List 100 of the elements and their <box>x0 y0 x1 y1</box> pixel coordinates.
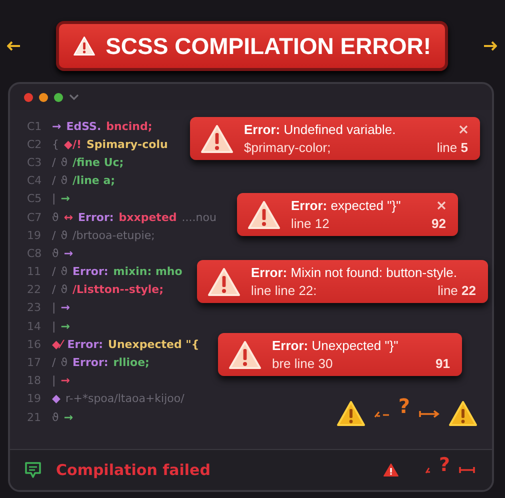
code-token: → <box>60 320 70 333</box>
code-token: → <box>64 410 74 424</box>
question-mark: ? <box>398 396 410 416</box>
warning-icon <box>207 266 241 296</box>
warning-icon <box>382 463 399 477</box>
code-token: ϑ <box>60 356 68 370</box>
code-token: Error: <box>78 210 114 224</box>
code-token: → <box>60 192 70 206</box>
zoom-dot[interactable] <box>54 92 63 102</box>
code-token: → <box>64 246 74 260</box>
arrow-icon <box>7 41 21 51</box>
code-token: ϑ <box>52 410 59 424</box>
code-token: /brtooa-etupie; <box>72 228 155 242</box>
chevron-icon[interactable] <box>69 94 79 100</box>
error-detail: $primary-color; <box>244 140 331 155</box>
warning-icon <box>200 124 234 154</box>
code-token: / <box>52 174 56 188</box>
arrow-icon <box>483 41 497 51</box>
code-token: | <box>52 192 56 206</box>
code-token: Error: <box>67 338 104 351</box>
code-token: Unexpected "{ <box>108 338 200 351</box>
line-number: 21 <box>27 410 42 424</box>
minimize-dot[interactable] <box>39 92 48 102</box>
code-token: { <box>52 138 59 151</box>
code-token: → <box>60 301 70 314</box>
warning-icon <box>336 400 366 427</box>
error-message: Error: Unexpected "}" <box>272 338 398 353</box>
code-token: bxxpeted <box>118 210 177 224</box>
code-token: mixin: mho <box>113 265 182 278</box>
error-detail: line 12 <box>291 216 330 231</box>
code-token: ↔ <box>64 210 74 224</box>
code-token: ....nou <box>182 210 216 224</box>
code-token: ϑ <box>60 228 68 242</box>
code-token: | <box>52 374 56 388</box>
code-token: Spimary-colu <box>86 138 168 151</box>
line-number: 16 <box>27 338 42 351</box>
banner-title: SCSS COMPILATION ERROR! <box>106 32 431 60</box>
code-token: r-+*spoa/ltaoa+kijoo/ <box>65 392 184 406</box>
line-number: C5 <box>27 192 43 206</box>
line-reference: 91 <box>436 356 450 371</box>
code-token: EdSS. <box>66 120 102 133</box>
error-detail: bre line 30 <box>272 356 333 371</box>
line-reference: line 5 <box>436 140 468 155</box>
error-detail: line line 22: <box>251 283 317 298</box>
code-token: /Listton--style; <box>72 283 164 296</box>
code-token: / <box>52 265 56 278</box>
code-token: ϑ <box>52 210 59 224</box>
code-token: ϑ <box>52 246 59 260</box>
squiggle-icon <box>374 410 390 418</box>
line-reference: 92 <box>432 216 446 231</box>
warning-icon <box>448 400 478 427</box>
line-number: 19 <box>27 228 42 242</box>
code-token: / <box>52 356 56 370</box>
arrow-icon <box>458 466 476 474</box>
arrow-icon <box>418 410 440 418</box>
line-number: 22 <box>27 283 42 296</box>
line-number: C3 <box>27 156 43 169</box>
line-number: 18 <box>27 374 42 388</box>
code-token: ϑ <box>60 283 68 296</box>
line-number: C4 <box>27 174 43 188</box>
code-token: Error: <box>72 356 108 370</box>
code-token: | <box>52 320 56 333</box>
line-number: 14 <box>27 320 42 333</box>
code-token: Error: <box>72 265 108 278</box>
error-message: Error: Undefined variable. <box>244 122 396 137</box>
question-mark: ? <box>438 456 450 474</box>
warning-icon <box>247 200 281 230</box>
code-token: ◆⁄ <box>52 338 62 351</box>
line-number: C2 <box>27 138 43 151</box>
code-token: | <box>52 301 56 314</box>
warning-icon <box>228 340 262 370</box>
error-message: Error: expected "}" <box>291 198 401 213</box>
line-number: 19 <box>27 392 42 406</box>
close-dot[interactable] <box>24 92 33 102</box>
code-token: ◆/! <box>64 138 82 151</box>
code-token: ϑ <box>60 174 68 188</box>
status-message: Compilation failed <box>56 461 210 479</box>
line-number: 23 <box>27 301 42 314</box>
error-message: Error: Mixin not found: button-style. <box>251 265 457 280</box>
close-icon[interactable] <box>459 125 468 134</box>
code-token: rllioe; <box>113 356 150 370</box>
line-number: C7 <box>27 210 43 224</box>
code-token: / <box>52 156 56 169</box>
code-token: → <box>52 120 62 133</box>
code-token: ϑ <box>60 156 68 169</box>
code-token: / <box>52 228 56 242</box>
line-number: 17 <box>27 356 42 370</box>
code-token: ϑ <box>60 265 68 278</box>
squiggle-icon <box>424 466 431 474</box>
code-token: ◆ <box>52 392 60 406</box>
line-number: C1 <box>27 120 43 133</box>
line-number: 11 <box>27 265 42 278</box>
code-token: → <box>60 374 70 388</box>
close-icon[interactable] <box>437 201 446 210</box>
code-token: /fine Uc; <box>72 156 124 169</box>
code-token: bncind; <box>106 120 152 133</box>
code-token: / <box>52 283 56 296</box>
code-token: /line a; <box>72 174 116 188</box>
line-reference: line 22 <box>438 283 476 298</box>
line-number: C8 <box>27 246 43 260</box>
